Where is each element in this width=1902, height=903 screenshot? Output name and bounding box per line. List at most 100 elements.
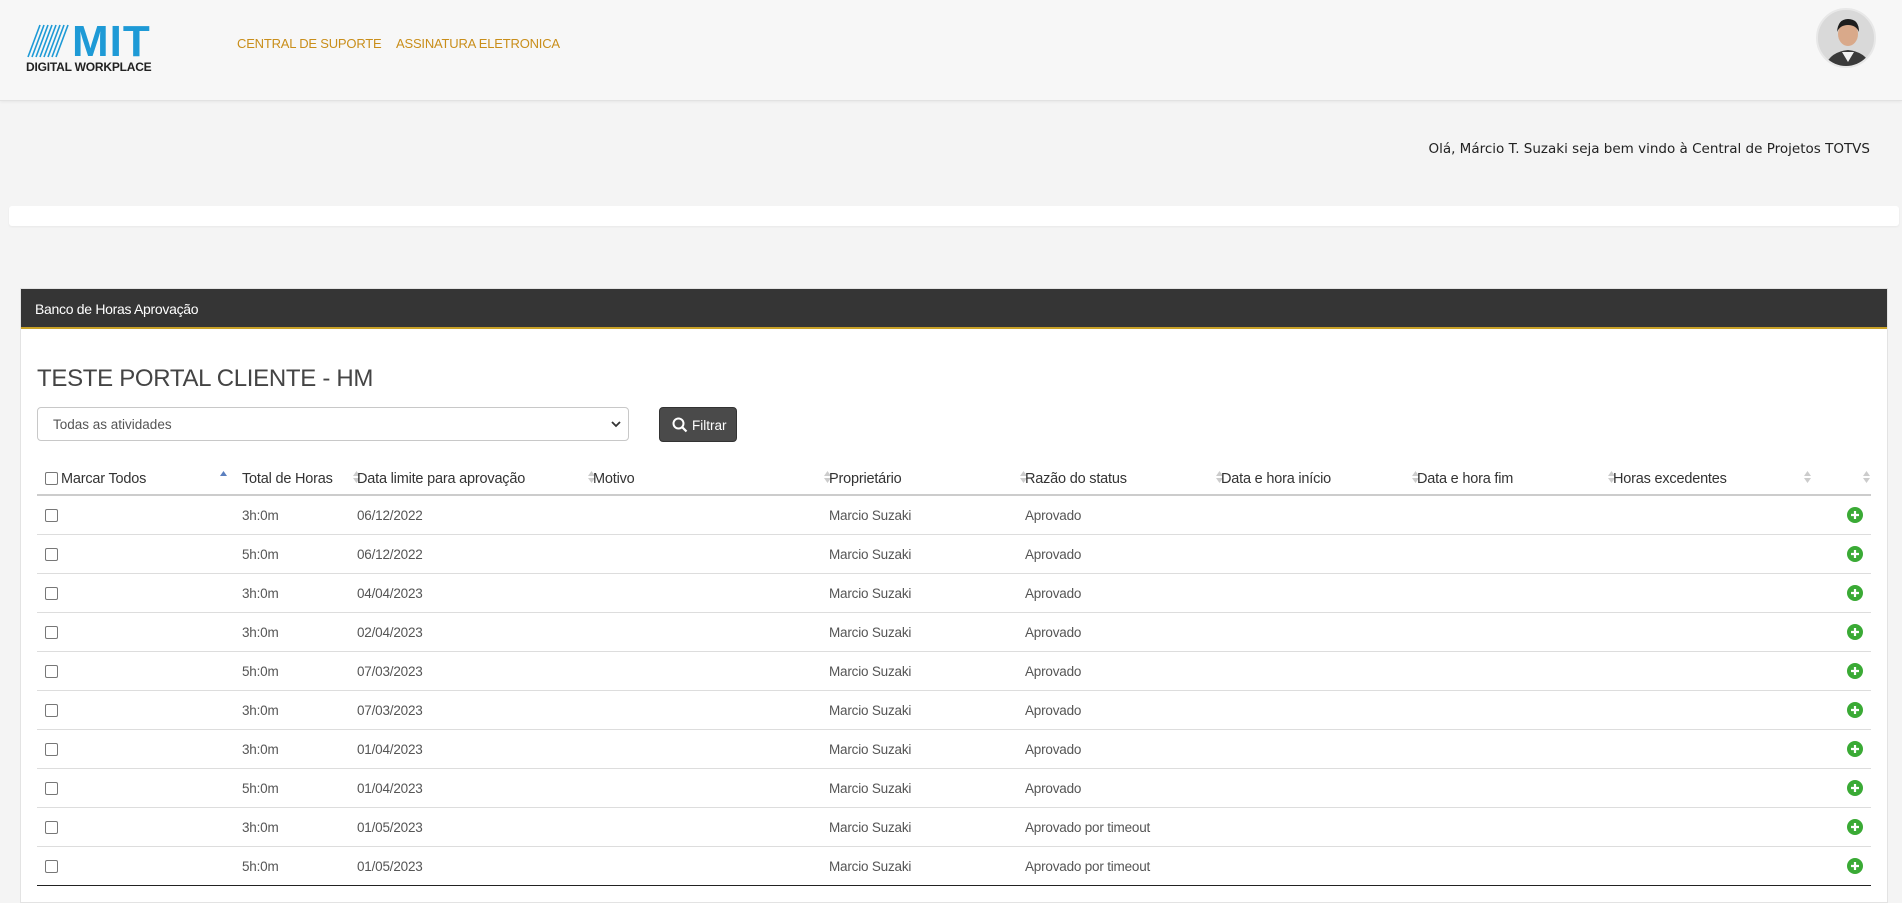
cell-razao-status: Aprovado [1025, 547, 1082, 562]
cell-total-horas: 3h:0m [242, 508, 279, 523]
table-row: 3h:0m 02/04/2023 Marcio Suzaki Aprovado [37, 613, 1871, 652]
cell-total-horas: 3h:0m [242, 625, 279, 640]
cell-razao-status: Aprovado [1025, 586, 1082, 601]
sort-icon[interactable] [1863, 470, 1870, 484]
row-checkbox[interactable] [45, 743, 58, 756]
cell-proprietario: Marcio Suzaki [829, 781, 912, 796]
avatar-photo-icon [1818, 10, 1874, 66]
row-checkbox[interactable] [45, 548, 58, 561]
plus-circle-icon[interactable] [1847, 507, 1863, 523]
filter-button-label: Filtrar [692, 418, 727, 433]
cell-razao-status: Aprovado por timeout [1025, 820, 1151, 835]
select-all-checkbox[interactable] [45, 472, 58, 485]
table-row: 3h:0m 01/05/2023 Marcio Suzaki Aprovado por… [37, 808, 1871, 847]
cell-razao-status: Aprovado por timeout [1025, 859, 1151, 874]
table-row: 3h:0m 07/03/2023 Marcio Suzaki Aprovado [37, 691, 1871, 730]
table-row: 3h:0m 06/12/2022 Marcio Suzaki Aprovado [37, 496, 1871, 535]
col-data-inicio[interactable]: Data e hora início [1221, 459, 1331, 496]
cell-total-horas: 5h:0m [242, 781, 279, 796]
row-checkbox[interactable] [45, 665, 58, 678]
sort-icon[interactable] [1804, 470, 1811, 484]
cell-total-horas: 3h:0m [242, 742, 279, 757]
plus-circle-icon[interactable] [1847, 702, 1863, 718]
activity-filter-select[interactable]: Todas as atividades [37, 407, 629, 441]
table-row: 3h:0m 04/04/2023 Marcio Suzaki Aprovado [37, 574, 1871, 613]
table-header: Marcar Todos Total de Horas Data limite … [37, 459, 1871, 496]
cell-proprietario: Marcio Suzaki [829, 586, 912, 601]
cell-data-limite: 01/04/2023 [357, 742, 423, 757]
cell-data-limite: 06/12/2022 [357, 547, 423, 562]
cell-total-horas: 3h:0m [242, 703, 279, 718]
row-checkbox[interactable] [45, 587, 58, 600]
nav-central-de-suporte[interactable]: CENTRAL DE SUPORTE [237, 36, 382, 51]
col-data-limite[interactable]: Data limite para aprovação [357, 459, 525, 496]
cell-total-horas: 3h:0m [242, 586, 279, 601]
top-navbar: MIT DIGITAL WORKPLACE CENTRAL DE SUPORTE… [0, 0, 1902, 101]
cell-razao-status: Aprovado [1025, 742, 1082, 757]
logo-sub-text: DIGITAL WORKPLACE [26, 60, 152, 74]
col-razao-status[interactable]: Razão do status [1025, 459, 1127, 496]
cell-data-limite: 04/04/2023 [357, 586, 423, 601]
panel-title: Banco de Horas Aprovação [35, 301, 199, 317]
cell-data-limite: 06/12/2022 [357, 508, 423, 523]
cell-proprietario: Marcio Suzaki [829, 859, 912, 874]
cell-proprietario: Marcio Suzaki [829, 742, 912, 757]
col-motivo[interactable]: Motivo [593, 459, 635, 496]
plus-circle-icon[interactable] [1847, 546, 1863, 562]
content-divider-card [9, 206, 1899, 226]
plus-circle-icon[interactable] [1847, 858, 1863, 874]
welcome-message: Olá, Márcio T. Suzaki seja bem vindo à C… [1428, 141, 1870, 157]
col-horas-excedentes[interactable]: Horas excedentes [1613, 459, 1727, 496]
filter-button[interactable]: Filtrar [659, 407, 737, 442]
cell-proprietario: Marcio Suzaki [829, 547, 912, 562]
cell-proprietario: Marcio Suzaki [829, 625, 912, 640]
row-checkbox[interactable] [45, 782, 58, 795]
cell-proprietario: Marcio Suzaki [829, 508, 912, 523]
cell-razao-status: Aprovado [1025, 508, 1082, 523]
table-row: 5h:0m 01/04/2023 Marcio Suzaki Aprovado [37, 769, 1871, 808]
col-marcar-todos[interactable]: Marcar Todos [61, 459, 146, 496]
table-row: 5h:0m 07/03/2023 Marcio Suzaki Aprovado [37, 652, 1871, 691]
cell-data-limite: 07/03/2023 [357, 664, 423, 679]
cell-razao-status: Aprovado [1025, 703, 1082, 718]
cell-total-horas: 5h:0m [242, 664, 279, 679]
plus-circle-icon[interactable] [1847, 741, 1863, 757]
plus-circle-icon[interactable] [1847, 819, 1863, 835]
cell-data-limite: 01/05/2023 [357, 820, 423, 835]
row-checkbox[interactable] [45, 860, 58, 873]
cell-data-limite: 01/05/2023 [357, 859, 423, 874]
table-row: 5h:0m 01/05/2023 Marcio Suzaki Aprovado por… [37, 847, 1871, 886]
col-proprietario[interactable]: Proprietário [829, 459, 902, 496]
cell-proprietario: Marcio Suzaki [829, 820, 912, 835]
cell-razao-status: Aprovado [1025, 781, 1082, 796]
cell-razao-status: Aprovado [1025, 625, 1082, 640]
cell-proprietario: Marcio Suzaki [829, 703, 912, 718]
banco-de-horas-panel: Banco de Horas Aprovação TESTE PORTAL CL… [20, 288, 1888, 903]
panel-header: Banco de Horas Aprovação [21, 289, 1887, 329]
cell-proprietario: Marcio Suzaki [829, 664, 912, 679]
user-avatar[interactable] [1816, 8, 1876, 68]
sort-asc-icon[interactable] [220, 470, 227, 484]
row-checkbox[interactable] [45, 626, 58, 639]
logo-stripes-icon [27, 24, 69, 58]
cell-razao-status: Aprovado [1025, 664, 1082, 679]
table-row: 3h:0m 01/04/2023 Marcio Suzaki Aprovado [37, 730, 1871, 769]
cell-total-horas: 3h:0m [242, 820, 279, 835]
mit-logo[interactable]: MIT DIGITAL WORKPLACE [26, 20, 161, 76]
logo-main-text: MIT [72, 17, 151, 66]
table-body: 3h:0m 06/12/2022 Marcio Suzaki Aprovado 5h:0… [37, 496, 1871, 886]
cell-total-horas: 5h:0m [242, 859, 279, 874]
plus-circle-icon[interactable] [1847, 624, 1863, 640]
col-total-horas[interactable]: Total de Horas [242, 459, 333, 496]
select-value: Todas as atividades [53, 417, 172, 432]
nav-assinatura-eletronica[interactable]: ASSINATURA ELETRONICA [396, 36, 560, 51]
row-checkbox[interactable] [45, 704, 58, 717]
cell-data-limite: 07/03/2023 [357, 703, 423, 718]
plus-circle-icon[interactable] [1847, 585, 1863, 601]
plus-circle-icon[interactable] [1847, 663, 1863, 679]
col-data-fim[interactable]: Data e hora fim [1417, 459, 1513, 496]
cell-total-horas: 5h:0m [242, 547, 279, 562]
row-checkbox[interactable] [45, 509, 58, 522]
plus-circle-icon[interactable] [1847, 780, 1863, 796]
row-checkbox[interactable] [45, 821, 58, 834]
